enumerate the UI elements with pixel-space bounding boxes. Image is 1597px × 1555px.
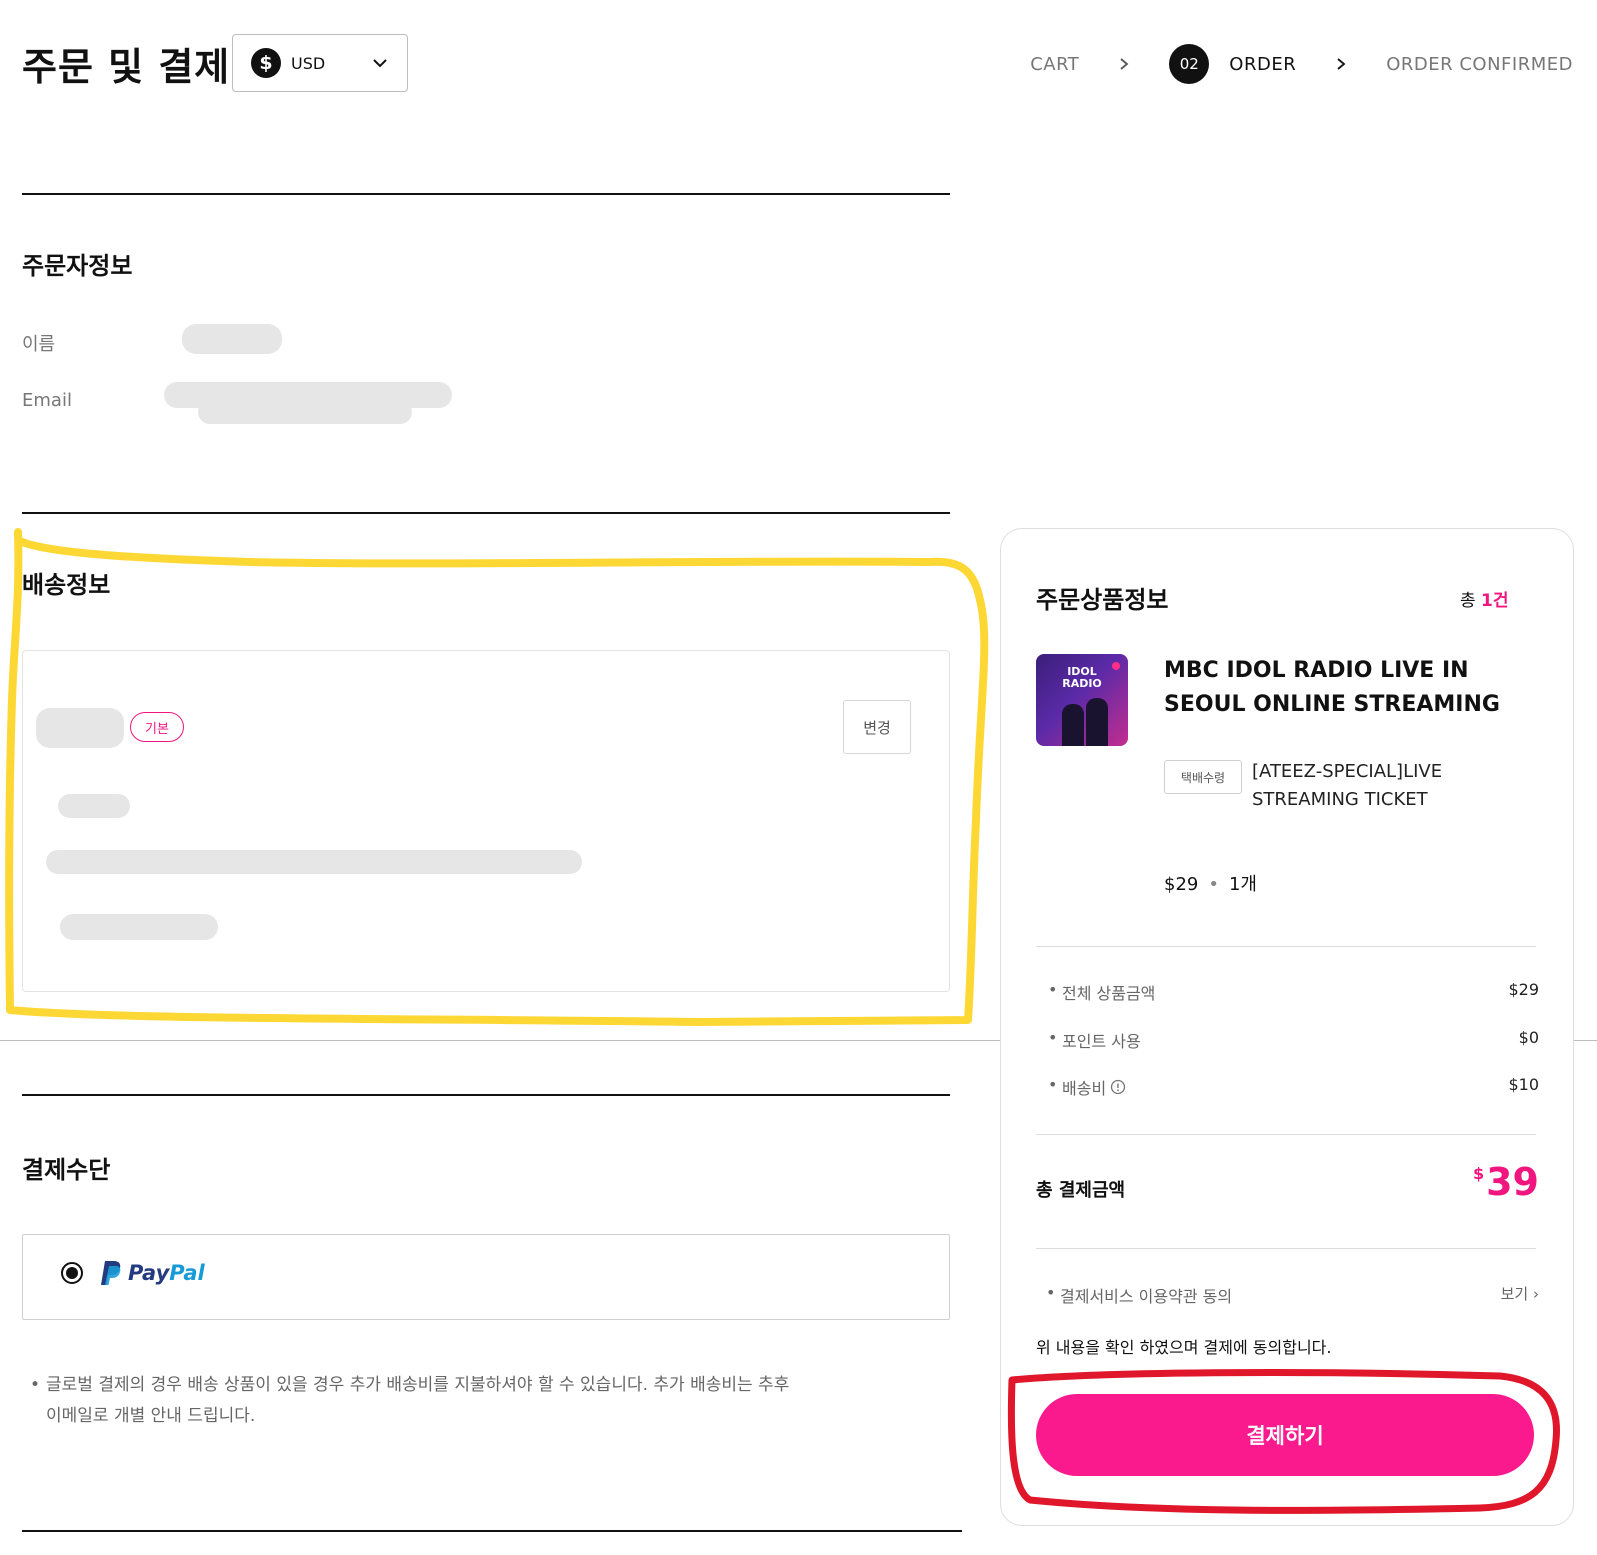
dollar-icon: $ xyxy=(251,48,281,78)
page-title: 주문 및 결제 xyxy=(22,45,231,89)
note-bullet: • xyxy=(30,1375,41,1395)
step-order: ORDER xyxy=(1229,53,1297,75)
shipping-section-title: 배송정보 xyxy=(22,571,111,599)
phone-redacted xyxy=(58,794,130,818)
summary-divider xyxy=(1036,1248,1536,1249)
total-amount: $39 xyxy=(1473,1160,1539,1204)
terms-agreement: • 결제서비스 이용약관 동의 xyxy=(1046,1283,1233,1306)
summary-divider xyxy=(1036,1134,1536,1135)
product-quantity: 1개 xyxy=(1228,874,1257,895)
terms-view-link[interactable]: 보기 › xyxy=(1501,1283,1539,1304)
change-address-button[interactable]: 변경 xyxy=(843,700,911,754)
chevron-right-icon xyxy=(1337,58,1346,70)
total-currency: $ xyxy=(1472,1164,1485,1183)
section-divider xyxy=(22,193,950,195)
product-name: MBC IDOL RADIO LIVE IN SEOUL ONLINE STRE… xyxy=(1164,658,1500,717)
thumbnail-figure xyxy=(1062,704,1084,746)
line-shipping-label: 배송비 xyxy=(1062,1079,1107,1098)
payment-section-title: 결제수단 xyxy=(22,1156,111,1184)
line-subtotal-value: $29 xyxy=(1508,980,1539,999)
shipping-address-card xyxy=(22,650,950,992)
paypal-text-b: Pal xyxy=(169,1261,205,1285)
currency-selector[interactable]: $ USD xyxy=(232,34,408,92)
checkout-steps: CART 02 ORDER ORDER CONFIRMED xyxy=(1030,44,1573,84)
memo-redacted xyxy=(60,914,218,940)
line-shipping-value: $10 xyxy=(1508,1075,1539,1094)
default-badge: 기본 xyxy=(130,712,184,742)
paypal-radio[interactable] xyxy=(61,1262,83,1284)
radio-selected-dot xyxy=(66,1267,78,1279)
product-thumbnail: IDOL RADIO xyxy=(1036,654,1128,746)
email-redacted xyxy=(198,400,412,424)
name-redacted xyxy=(182,324,282,354)
agree-text: 위 내용을 확인 하였으며 결제에 동의합니다. xyxy=(1036,1338,1332,1357)
line-shipping: • 배송비 xyxy=(1048,1075,1126,1099)
price-separator: • xyxy=(1208,874,1219,895)
step-number: 02 xyxy=(1169,44,1210,84)
step-order-confirmed: ORDER CONFIRMED xyxy=(1386,53,1573,75)
recipient-redacted xyxy=(36,708,124,748)
paypal-icon xyxy=(101,1261,121,1285)
item-count-value: 1건 xyxy=(1481,591,1509,611)
paypal-logo: PayPal xyxy=(100,1260,205,1286)
terms-label: 결제서비스 이용약관 동의 xyxy=(1060,1287,1233,1306)
info-icon[interactable] xyxy=(1110,1079,1126,1095)
delivery-tag: 택배수령 xyxy=(1164,760,1242,794)
currency-code: USD xyxy=(291,53,326,73)
step-cart: CART xyxy=(1030,53,1080,75)
name-label: 이름 xyxy=(22,334,56,355)
total-value: 39 xyxy=(1486,1160,1539,1204)
price-quantity: $29 • 1개 xyxy=(1164,870,1257,896)
line-points-label: 포인트 사용 xyxy=(1062,1032,1141,1051)
section-divider xyxy=(22,512,950,514)
line-points-value: $0 xyxy=(1518,1028,1539,1047)
product-price: $29 xyxy=(1164,874,1199,895)
line-points: • 포인트 사용 xyxy=(1048,1028,1141,1051)
address-redacted xyxy=(46,850,582,874)
section-divider xyxy=(22,1094,950,1096)
payment-note: • 글로벌 결제의 경우 배송 상품이 있을 경우 추가 배송비를 지불하셔야 … xyxy=(30,1370,790,1432)
total-label: 총 결제금액 xyxy=(1036,1180,1126,1201)
email-label: Email xyxy=(22,390,72,411)
chevron-right-icon xyxy=(1120,58,1129,70)
thumbnail-figure xyxy=(1086,698,1108,746)
pay-button[interactable]: 결제하기 xyxy=(1036,1394,1534,1476)
orderer-section-title: 주문자정보 xyxy=(22,252,133,280)
summary-title: 주문상품정보 xyxy=(1036,586,1169,614)
paypal-text-a: Pay xyxy=(128,1261,170,1285)
item-count-prefix: 총 xyxy=(1460,591,1482,611)
thumbnail-text-line2: RADIO xyxy=(1062,677,1102,690)
product-option: [ATEEZ-SPECIAL]LIVE STREAMING TICKET xyxy=(1252,761,1443,810)
line-subtotal: • 전체 상품금액 xyxy=(1048,980,1156,1003)
chevron-down-icon xyxy=(373,59,387,68)
section-divider xyxy=(22,1530,962,1532)
payment-note-text: 글로벌 결제의 경우 배송 상품이 있을 경우 추가 배송비를 지불하셔야 할 … xyxy=(46,1375,790,1426)
line-subtotal-label: 전체 상품금액 xyxy=(1062,984,1156,1003)
item-count: 총 1건 xyxy=(1460,586,1509,611)
summary-divider xyxy=(1036,946,1536,947)
thumbnail-text: IDOL RADIO xyxy=(1036,666,1128,690)
